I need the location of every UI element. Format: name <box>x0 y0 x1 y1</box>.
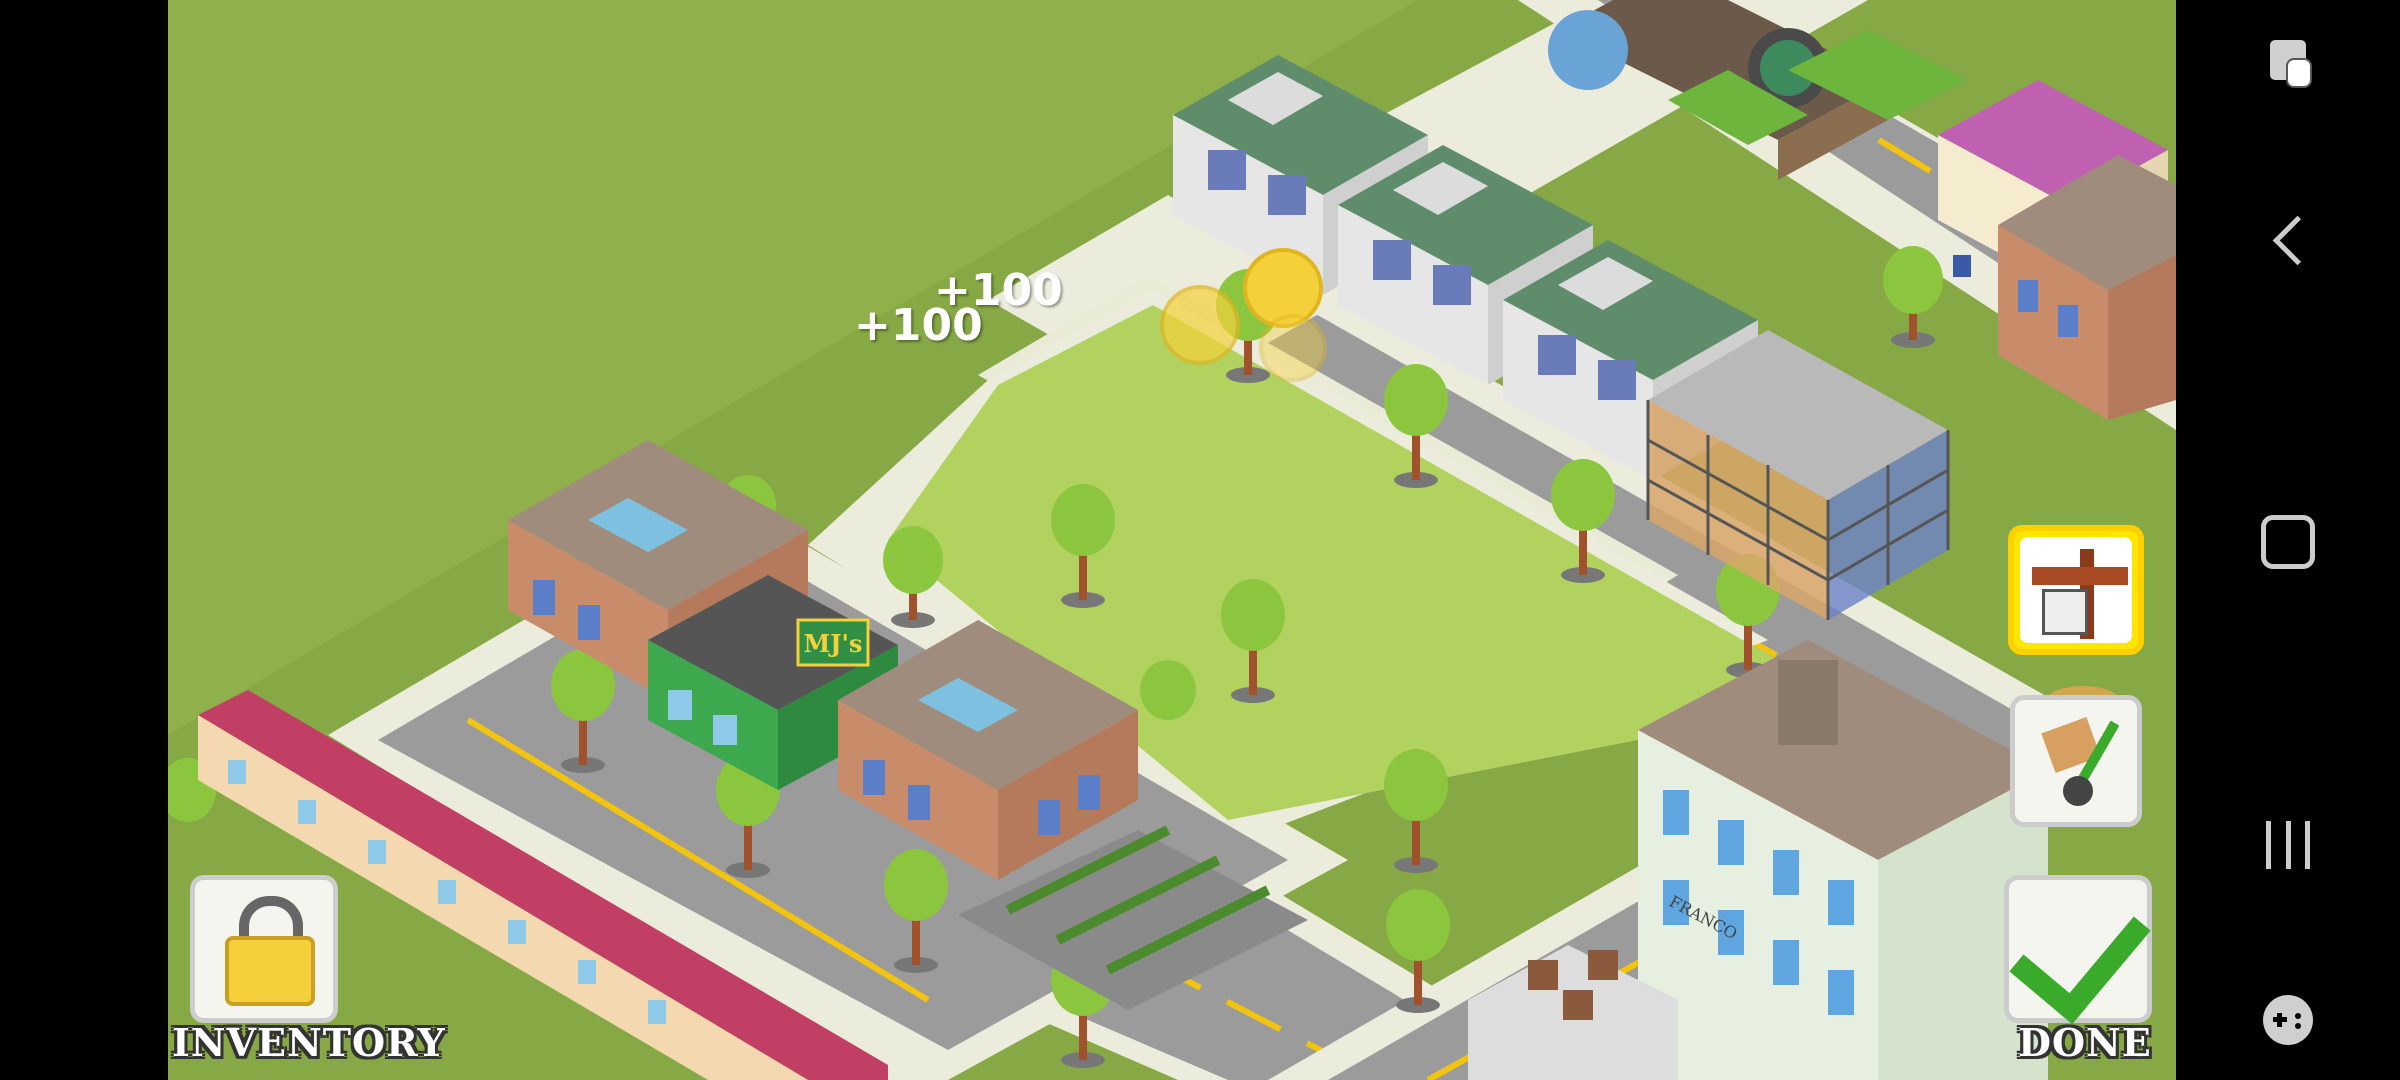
screen-tap-icon <box>2270 40 2312 88</box>
screen-tap-button[interactable] <box>2248 20 2328 100</box>
coin-icon[interactable] <box>1160 285 1240 365</box>
signpost-icon <box>2020 537 2132 643</box>
city-map[interactable]: MJ's FRANCO <box>168 0 2176 1080</box>
recents-button[interactable] <box>2248 805 2328 885</box>
game-tools-button[interactable] <box>2248 980 2328 1060</box>
system-nav-bar <box>2176 0 2400 1080</box>
coin-icon[interactable] <box>1259 314 1327 382</box>
game-viewport[interactable]: MJ's FRANCO +100 +100 INVENTORY DONE <box>168 0 2176 1080</box>
home-square-icon <box>2261 515 2315 569</box>
checkmark-icon <box>2009 877 2151 1025</box>
move-button[interactable] <box>2010 695 2142 827</box>
gamepad-icon <box>2263 995 2313 1045</box>
inventory-button[interactable] <box>190 875 338 1023</box>
done-button[interactable] <box>2004 875 2152 1025</box>
coin-icon[interactable] <box>1243 248 1323 328</box>
recents-lines-icon <box>2266 821 2310 869</box>
home-button[interactable] <box>2248 502 2328 582</box>
padlock-icon <box>225 896 315 1006</box>
back-button[interactable] <box>2248 200 2328 280</box>
done-label: DONE <box>2018 1020 2152 1065</box>
back-chevron-icon <box>2272 215 2322 265</box>
hand-truck-icon <box>2033 717 2123 808</box>
reward-popup-text: +100 <box>854 300 983 351</box>
build-button[interactable] <box>2008 525 2144 655</box>
shop-sign-text: MJ's <box>804 629 863 658</box>
inventory-label: INVENTORY <box>172 1020 446 1065</box>
